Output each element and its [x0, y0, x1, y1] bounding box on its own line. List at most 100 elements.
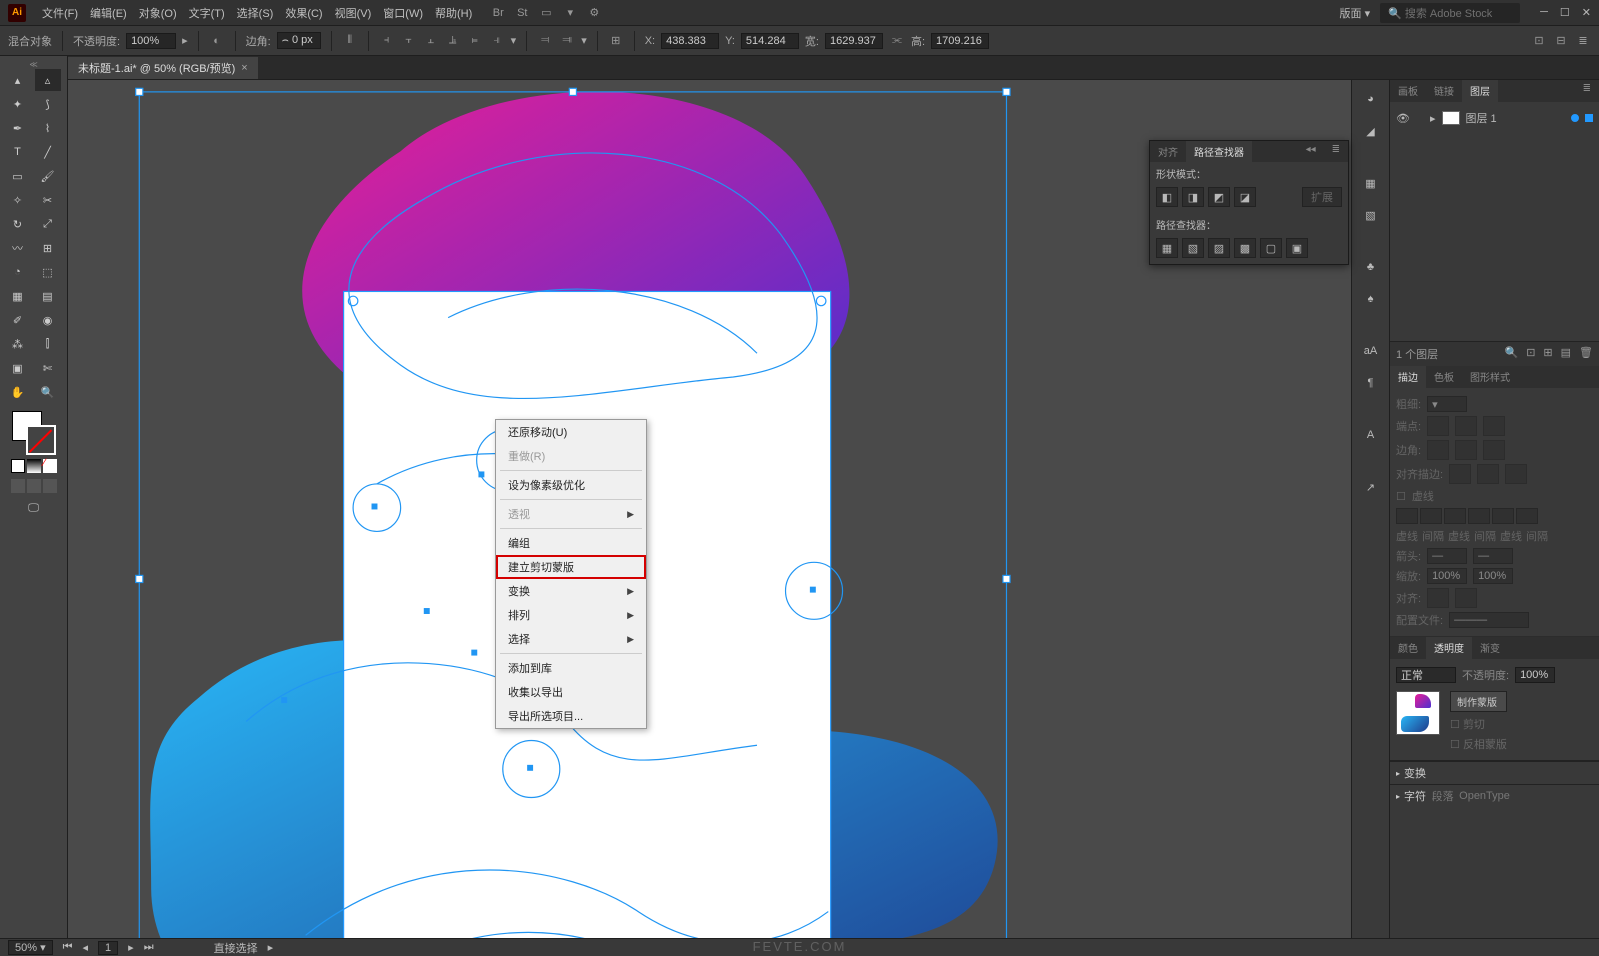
gap-3[interactable] — [1516, 508, 1538, 524]
expand-icon[interactable]: ▸ — [1430, 112, 1436, 125]
context-menu-item[interactable]: 排列▶ — [496, 603, 646, 627]
make-mask-button[interactable]: 制作蒙版 — [1450, 691, 1507, 712]
tab-color[interactable]: 颜色 — [1390, 637, 1426, 659]
y-input[interactable]: 514.284 — [741, 33, 799, 49]
delete-layer-icon[interactable]: 🗑 — [1579, 346, 1593, 362]
menu-item[interactable]: 帮助(H) — [429, 5, 478, 21]
stroke-swatch[interactable] — [26, 425, 56, 455]
w-input[interactable]: 1629.937 — [825, 33, 883, 49]
tab-layers[interactable]: 图层 — [1462, 80, 1498, 102]
corner-bevel-icon[interactable] — [1483, 440, 1505, 460]
profile-input[interactable]: ——— — [1449, 612, 1529, 628]
menu-item[interactable]: 视图(V) — [329, 5, 378, 21]
new-layer-icon[interactable]: ▤ — [1561, 346, 1571, 362]
draw-normal-icon[interactable] — [11, 479, 25, 493]
artboard-nav-prev[interactable]: ◂ — [83, 941, 89, 954]
align-center-icon[interactable] — [1449, 464, 1471, 484]
draw-behind-icon[interactable] — [27, 479, 41, 493]
symbols-panel-icon[interactable]: ♣ — [1360, 256, 1382, 278]
fill-stroke-swatches[interactable] — [12, 411, 56, 455]
align-more-icon[interactable]: ▾ — [511, 34, 517, 47]
zoom-tool[interactable]: 🔍 — [35, 381, 61, 403]
gradient-mode-icon[interactable] — [27, 459, 41, 473]
arrow-start[interactable]: — — [1427, 548, 1467, 564]
scale-start[interactable]: 100% — [1427, 568, 1467, 584]
context-menu-item[interactable]: 编组 — [496, 531, 646, 555]
context-menu-item[interactable]: 选择▶ — [496, 627, 646, 651]
artboard-number[interactable]: 1 — [98, 941, 118, 955]
curvature-tool[interactable]: ⌇ — [35, 117, 61, 139]
type-tool[interactable]: T — [5, 141, 31, 163]
free-transform-tool[interactable]: ⊞ — [35, 237, 61, 259]
pen-tool[interactable]: ✒ — [5, 117, 31, 139]
link-wh-icon[interactable]: ⫘ — [889, 33, 905, 49]
expand-button[interactable]: 扩展 — [1302, 187, 1342, 207]
context-menu-item[interactable]: 设为像素级优化 — [496, 473, 646, 497]
corner-round-icon[interactable] — [1455, 440, 1477, 460]
arrange-icon[interactable]: ▭ — [538, 5, 554, 21]
maximize-button[interactable]: ☐ — [1560, 6, 1570, 19]
stock-icon[interactable]: St — [514, 5, 530, 21]
tab-pathfinder[interactable]: 路径查找器 — [1186, 141, 1252, 162]
trans-opacity-input[interactable]: 100% — [1515, 667, 1555, 683]
bridge-icon[interactable]: Br — [490, 5, 506, 21]
recolor-icon[interactable]: ◐ — [209, 33, 225, 49]
gap-1[interactable] — [1420, 508, 1442, 524]
opacity-input[interactable]: 100% — [126, 33, 176, 49]
menu-item[interactable]: 编辑(E) — [84, 5, 133, 21]
stroke-panel-icon[interactable]: ♠ — [1360, 288, 1382, 310]
rotate-tool[interactable]: ↻ — [5, 213, 31, 235]
menu-item[interactable]: 文字(T) — [183, 5, 231, 21]
shaper-tool[interactable]: ✧ — [5, 189, 31, 211]
align-bottom-icon[interactable]: ⫣ — [489, 33, 505, 49]
panel-menu-icon[interactable]: ≣ — [1575, 80, 1599, 102]
minus-front-icon[interactable]: ◨ — [1182, 187, 1204, 207]
layer-row[interactable]: 👁 ▸ 图层 1 — [1396, 108, 1593, 128]
menu-item[interactable]: 文件(F) — [36, 5, 84, 21]
graph-tool[interactable]: ⫿ — [35, 333, 61, 355]
tab-stroke[interactable]: 描边 — [1390, 366, 1426, 388]
magic-wand-tool[interactable]: ✦ — [5, 93, 31, 115]
paintbrush-tool[interactable]: 🖌 — [35, 165, 61, 187]
artboard-nav-first[interactable]: ⏮ — [63, 941, 73, 954]
tab-links[interactable]: 链接 — [1426, 80, 1462, 102]
crop-icon[interactable]: ▩ — [1234, 238, 1256, 258]
tab-graphic-styles[interactable]: 图形样式 — [1462, 366, 1518, 388]
isolate-icon[interactable]: ⊡ — [1531, 33, 1547, 49]
menu-item[interactable]: 选择(S) — [231, 5, 280, 21]
context-menu-item[interactable]: 导出所选项目... — [496, 704, 646, 728]
minimize-button[interactable]: ─ — [1540, 6, 1548, 19]
none-mode-icon[interactable]: ⁄ — [43, 459, 57, 473]
character-panel-header[interactable]: ▸字符 段落 OpenType — [1390, 784, 1599, 807]
screen-mode-icon[interactable]: 🖵 — [21, 497, 47, 519]
context-menu-item[interactable]: 收集以导出 — [496, 680, 646, 704]
paragraph-panel-icon[interactable]: ¶ — [1360, 372, 1382, 394]
artboard-tool[interactable]: ▣ — [5, 357, 31, 379]
tab-gradient[interactable]: 渐变 — [1472, 637, 1508, 659]
search-stock-input[interactable]: 🔍 搜索 Adobe Stock — [1380, 3, 1520, 23]
unite-icon[interactable]: ◧ — [1156, 187, 1178, 207]
cap-butt-icon[interactable] — [1427, 416, 1449, 436]
intersect-icon[interactable]: ◩ — [1208, 187, 1230, 207]
exclude-icon[interactable]: ◪ — [1234, 187, 1256, 207]
new-sublayer-icon[interactable]: ⊞ — [1543, 346, 1552, 362]
character-panel-icon[interactable]: aA — [1360, 340, 1382, 362]
h-input[interactable]: 1709.216 — [931, 33, 989, 49]
outline-icon[interactable]: ▢ — [1260, 238, 1282, 258]
blend-tool[interactable]: ◉ — [35, 309, 61, 331]
invert-checkbox[interactable]: ☐ — [1450, 739, 1460, 751]
tab-artboards[interactable]: 画板 — [1390, 80, 1426, 102]
gradient-tool[interactable]: ▤ — [35, 285, 61, 307]
dash-1[interactable] — [1396, 508, 1418, 524]
align-center-h-icon[interactable]: ⫟ — [401, 33, 417, 49]
rectangle-tool[interactable]: ▭ — [5, 165, 31, 187]
glyph-panel-icon[interactable]: A — [1360, 424, 1382, 446]
menu-item[interactable]: 窗口(W) — [377, 5, 429, 21]
float-menu-icon[interactable]: ≣ — [1324, 141, 1348, 162]
close-icon[interactable]: × — [241, 62, 247, 74]
clip-checkbox[interactable]: ☐ — [1450, 719, 1460, 731]
tab-transparency[interactable]: 透明度 — [1426, 637, 1472, 659]
gap-2[interactable] — [1468, 508, 1490, 524]
arrow-align-2[interactable] — [1455, 588, 1477, 608]
context-menu-item[interactable]: 建立剪切蒙版 — [496, 555, 646, 579]
